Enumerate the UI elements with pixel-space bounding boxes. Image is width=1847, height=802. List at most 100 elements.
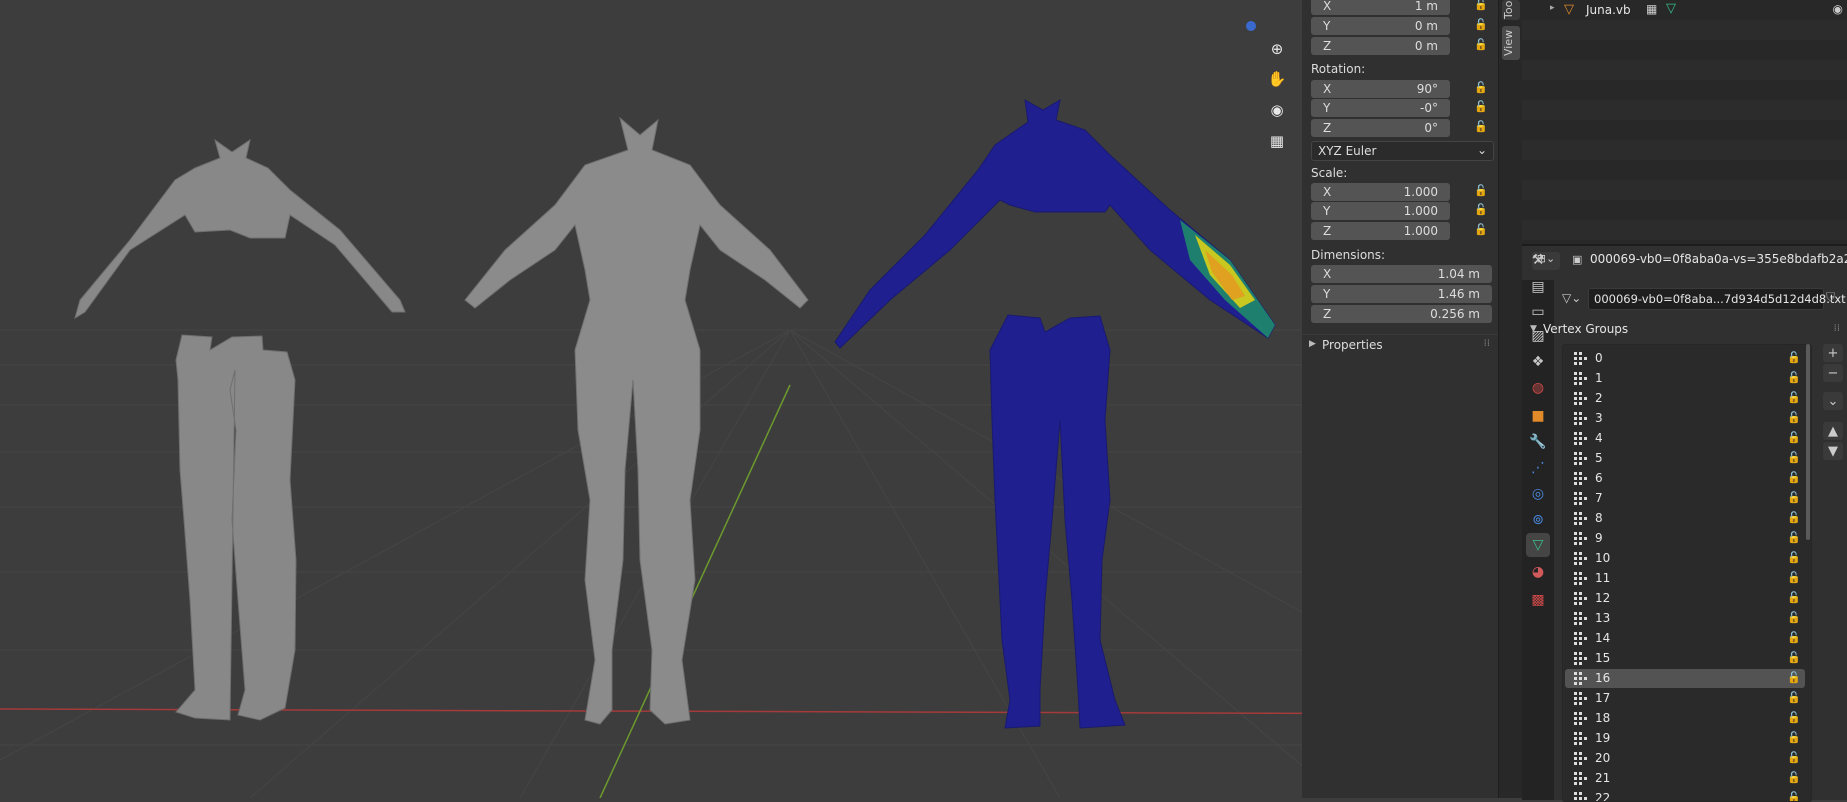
vertex-group-row[interactable]: 20 🔓 <box>1565 749 1805 768</box>
pan-hand-icon[interactable]: ✋ <box>1264 66 1290 92</box>
lock-icon[interactable]: 🔓 <box>1787 411 1801 424</box>
vertex-group-row[interactable]: 6 🔓 <box>1565 469 1805 488</box>
lock-icon[interactable]: 🔓 <box>1474 120 1490 136</box>
physics-icon[interactable]: ◎ <box>1526 482 1550 506</box>
vertex-group-row[interactable]: 16 🔓 <box>1565 669 1805 688</box>
texture-checker-icon[interactable]: ▩ <box>1526 588 1550 612</box>
particles-icon[interactable]: ⋰ <box>1526 456 1550 480</box>
lock-icon[interactable]: 🔓 <box>1787 791 1801 801</box>
3d-viewport[interactable]: ⊕ ✋ ◉ ▦ <box>0 0 1498 798</box>
properties-subpanel-header[interactable]: ▶ Properties ⁞⁞ <box>1302 334 1498 357</box>
mesh-browse-icon[interactable]: ▽⌄ <box>1562 291 1581 305</box>
tab-tool[interactable]: Too <box>1502 0 1520 20</box>
world-icon[interactable]: ◍ <box>1526 376 1550 400</box>
perspective-grid-icon[interactable]: ▦ <box>1264 128 1290 154</box>
rotation-mode-select[interactable]: XYZ Euler ⌄ <box>1311 141 1494 161</box>
lock-icon[interactable]: 🔓 <box>1787 391 1801 404</box>
lock-icon[interactable]: 🔓 <box>1787 491 1801 504</box>
scale-z-row[interactable]: Z 1.000 🔓 <box>1309 222 1492 240</box>
vertex-group-row[interactable]: 21 🔓 <box>1565 769 1805 788</box>
vertex-group-row[interactable]: 3 🔓 <box>1565 409 1805 428</box>
lock-icon[interactable]: 🔓 <box>1787 451 1801 464</box>
lock-icon[interactable]: 🔓 <box>1787 511 1801 524</box>
lock-icon[interactable]: 🔓 <box>1787 471 1801 484</box>
object-name[interactable]: 000069-vb0=0f8aba0a-vs=355e8bdafb2a23fa-… <box>1590 252 1847 266</box>
vertex-group-row[interactable]: 0 🔓 <box>1565 349 1805 368</box>
lock-icon[interactable]: 🔓 <box>1474 38 1490 54</box>
specials-menu-button[interactable]: ⌄ <box>1823 392 1843 410</box>
zoom-icon[interactable]: ⊕ <box>1264 36 1290 62</box>
lock-icon[interactable]: 🔓 <box>1787 631 1801 644</box>
vertex-group-row[interactable]: 13 🔓 <box>1565 609 1805 628</box>
vertex-groups-panel-header[interactable]: ▼ Vertex Groups ⁞⁞ <box>1530 321 1840 341</box>
vertex-group-row[interactable]: 18 🔓 <box>1565 709 1805 728</box>
lock-icon[interactable]: 🔓 <box>1787 751 1801 764</box>
lock-icon[interactable]: 🔓 <box>1787 531 1801 544</box>
lock-icon[interactable]: 🔓 <box>1787 731 1801 744</box>
lock-icon[interactable]: 🔓 <box>1474 100 1490 116</box>
location-z-row[interactable]: Z0 m 🔓 <box>1309 37 1492 55</box>
mesh-data-icon[interactable]: ▽ <box>1526 533 1550 557</box>
lock-icon[interactable]: 🔓 <box>1787 611 1801 624</box>
vertex-group-row[interactable]: 8 🔓 <box>1565 509 1805 528</box>
vertex-group-row[interactable]: 11 🔓 <box>1565 569 1805 588</box>
outliner-item[interactable]: ▸ ▽ Juna.vb ▦ ▽ ◉ <box>1522 0 1847 20</box>
modifier-wrench-icon[interactable]: 🔧 <box>1526 430 1550 454</box>
vertex-group-row[interactable]: 19 🔓 <box>1565 729 1805 748</box>
lock-icon[interactable]: 🔓 <box>1787 651 1801 664</box>
dimensions-z-row[interactable]: Z 0.256 m <box>1309 305 1492 323</box>
scale-x-row[interactable]: X 1.000 🔓 <box>1309 183 1492 201</box>
lock-icon[interactable]: 🔓 <box>1787 371 1801 384</box>
remove-group-button[interactable]: − <box>1823 364 1843 382</box>
location-y-row[interactable]: Y0 m 🔓 <box>1309 17 1492 35</box>
lock-icon[interactable]: 🔓 <box>1787 551 1801 564</box>
fake-user-shield-icon[interactable]: ⛉ <box>1826 290 1835 305</box>
lock-icon[interactable]: 🔓 <box>1787 771 1801 784</box>
lock-icon[interactable]: 🔓 <box>1474 203 1490 219</box>
scale-y-row[interactable]: Y 1.000 🔓 <box>1309 202 1492 220</box>
list-scrollbar[interactable] <box>1806 344 1810 540</box>
dimensions-y-row[interactable]: Y 1.46 m <box>1309 285 1492 303</box>
dimensions-x-row[interactable]: X 1.04 m <box>1309 265 1492 283</box>
render-icon[interactable]: ▤ <box>1526 275 1550 299</box>
vertex-group-list[interactable]: 0 🔓 1 🔓 2 🔓 3 🔓 4 🔓 5 🔓 6 🔓 7 🔓 8 🔓 9 🔓 10 🔓 11 🔓 12 🔓 13 🔓 14 🔓 15 🔓 16… <box>1562 344 1812 802</box>
rotation-y-row[interactable]: Y -0° 🔓 <box>1309 99 1492 117</box>
vertex-group-row[interactable]: 17 🔓 <box>1565 689 1805 708</box>
vertex-group-row[interactable]: 4 🔓 <box>1565 429 1805 448</box>
tool-icon[interactable]: ⚒ <box>1526 248 1550 272</box>
material-icon[interactable]: ◕ <box>1526 560 1550 584</box>
lock-icon[interactable]: 🔓 <box>1787 351 1801 364</box>
lock-icon[interactable]: 🔓 <box>1787 591 1801 604</box>
lock-icon[interactable]: 🔓 <box>1474 184 1490 200</box>
vertex-group-row[interactable]: 5 🔓 <box>1565 449 1805 468</box>
mesh-name-field[interactable]: 000069-vb0=0f8aba...7d934d5d12d4d8.txt <box>1588 288 1846 310</box>
camera-icon[interactable]: ◉ <box>1264 97 1290 123</box>
move-up-button[interactable]: ▲ <box>1823 422 1843 440</box>
vertex-group-row[interactable]: 22 🔓 <box>1565 789 1805 801</box>
move-down-button[interactable]: ▼ <box>1823 442 1843 460</box>
rotation-z-row[interactable]: Z 0° 🔓 <box>1309 119 1492 137</box>
lock-icon[interactable]: 🔓 <box>1787 431 1801 444</box>
add-group-button[interactable]: + <box>1823 344 1843 362</box>
vertex-group-row[interactable]: 12 🔓 <box>1565 589 1805 608</box>
vertex-group-row[interactable]: 9 🔓 <box>1565 529 1805 548</box>
lock-icon[interactable]: 🔓 <box>1787 671 1801 684</box>
lock-icon[interactable]: 🔓 <box>1474 223 1490 239</box>
lock-icon[interactable]: 🔓 <box>1787 571 1801 584</box>
vertex-group-row[interactable]: 7 🔓 <box>1565 489 1805 508</box>
object-properties-icon[interactable]: ■ <box>1526 404 1550 428</box>
rotation-x-row[interactable]: X 90° 🔓 <box>1309 80 1492 98</box>
lock-icon[interactable]: 🔓 <box>1787 711 1801 724</box>
location-x-row[interactable]: X1 m 🔓 <box>1309 0 1492 15</box>
lock-icon[interactable]: 🔓 <box>1474 18 1490 34</box>
constraints-icon[interactable]: ⊚ <box>1526 508 1550 532</box>
scene-icon[interactable]: ❖ <box>1526 350 1550 374</box>
lock-icon[interactable]: 🔓 <box>1787 691 1801 704</box>
lock-icon[interactable]: 🔓 <box>1474 0 1490 14</box>
tab-view[interactable]: View <box>1502 26 1520 60</box>
vertex-group-row[interactable]: 1 🔓 <box>1565 369 1805 388</box>
lock-icon[interactable]: 🔓 <box>1474 81 1490 97</box>
vertex-group-row[interactable]: 2 🔓 <box>1565 389 1805 408</box>
vertex-group-row[interactable]: 10 🔓 <box>1565 549 1805 568</box>
vertex-group-row[interactable]: 15 🔓 <box>1565 649 1805 668</box>
